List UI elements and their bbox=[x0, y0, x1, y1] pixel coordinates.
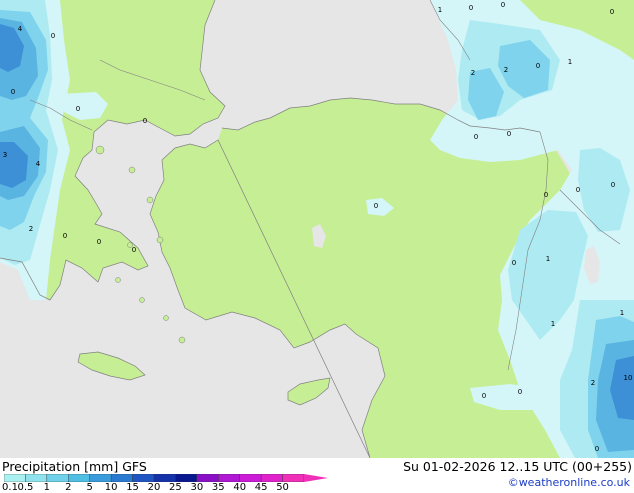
color-scale-swatch bbox=[46, 474, 69, 482]
precip-value-label: 0 bbox=[474, 133, 478, 141]
color-scale-swatch bbox=[218, 474, 240, 482]
map-footer: Precipitation [mm] GFS Su 01-02-2026 12.… bbox=[0, 458, 634, 493]
precip-value-label: 0 bbox=[97, 238, 101, 246]
color-scale-swatch bbox=[89, 474, 112, 482]
precip-value-label: 0 bbox=[501, 1, 505, 9]
precip-value-label: 2 bbox=[504, 66, 508, 74]
color-scale-tick: 40 bbox=[233, 482, 247, 493]
precip-value-label: 0 bbox=[536, 62, 540, 70]
color-scale-tick: 10 bbox=[104, 482, 118, 493]
color-scale-tick: 2 bbox=[65, 482, 72, 493]
island bbox=[128, 166, 136, 174]
credit-link[interactable]: ©weatheronline.co.uk bbox=[508, 476, 630, 489]
precipitation-map: 4 0 0 0 0 3 4 2 0 0 0 0 1 0 0 0 2 2 0 1 0 0 0 0 0 0 1 1 1 2 10 0 0 0 bbox=[0, 0, 634, 459]
precip-value-label: 2 bbox=[29, 225, 33, 233]
precip-color-scale bbox=[4, 474, 328, 482]
precip-value-label: 1 bbox=[620, 309, 624, 317]
precip-value-label: 1 bbox=[546, 255, 550, 263]
color-scale-swatch bbox=[282, 474, 305, 482]
color-scale-swatch bbox=[196, 474, 219, 482]
color-scale-tick: 45 bbox=[254, 482, 268, 493]
legend-title-text: Precipitation [mm] bbox=[2, 459, 119, 474]
precip-value-label: 1 bbox=[551, 320, 555, 328]
precip-value-label: 0 bbox=[544, 191, 548, 199]
precip-value-label: 0 bbox=[469, 4, 473, 12]
precip-value-label: 0 bbox=[143, 117, 147, 125]
color-scale-swatch bbox=[110, 474, 133, 482]
island bbox=[95, 145, 105, 155]
legend-model: GFS bbox=[122, 459, 147, 474]
precip-value-label: 2 bbox=[471, 69, 475, 77]
precip-value-label: 0 bbox=[76, 105, 80, 113]
color-scale-tick: 20 bbox=[147, 482, 161, 493]
precip-value-label: 10 bbox=[624, 374, 633, 382]
color-scale-swatch bbox=[25, 474, 48, 482]
color-scale-swatch bbox=[175, 474, 198, 482]
precip-value-label: 0 bbox=[374, 202, 378, 210]
precip-value-label: 0 bbox=[576, 186, 580, 194]
precip-value-label: 0 bbox=[518, 388, 522, 396]
island bbox=[178, 336, 186, 344]
map-canvas: 4000034200001 0 002 2 0 10 00000 1112100 00 bbox=[0, 0, 634, 459]
precip-value-label: 0 bbox=[507, 130, 511, 138]
color-scale-tick: 35 bbox=[211, 482, 225, 493]
color-scale-tick: 30 bbox=[190, 482, 204, 493]
color-scale-arrow bbox=[304, 474, 328, 482]
precip-value-label: 0 bbox=[512, 259, 516, 267]
legend-title: Precipitation [mm] GFS bbox=[2, 459, 147, 474]
color-scale-swatch bbox=[239, 474, 262, 482]
color-scale-tick: 15 bbox=[126, 482, 139, 493]
color-scale-swatch bbox=[132, 474, 155, 482]
color-scale-tick: 5 bbox=[86, 482, 93, 493]
color-scale-tick: 1 bbox=[43, 482, 51, 493]
precip-value-label: 3 bbox=[3, 151, 7, 159]
island bbox=[163, 315, 169, 321]
precip-value-label: 0 bbox=[610, 8, 614, 16]
precip-value-label: 2 bbox=[591, 379, 595, 387]
color-scale-tick: 0.5 bbox=[17, 482, 34, 493]
island bbox=[156, 236, 164, 244]
precip-value-label: 4 bbox=[18, 25, 23, 33]
color-scale-swatch bbox=[153, 474, 176, 482]
precip-value-label: 1 bbox=[438, 6, 442, 14]
color-scale-swatch bbox=[68, 474, 90, 482]
precip-value-label: 0 bbox=[482, 392, 486, 400]
color-scale-tick: 25 bbox=[169, 482, 182, 493]
precip-value-label: 0 bbox=[63, 232, 67, 240]
island bbox=[139, 297, 145, 303]
precip-value-label: 0 bbox=[132, 246, 136, 254]
precip-value-label: 0 bbox=[611, 181, 615, 189]
precip-value-label: 1 bbox=[568, 58, 572, 66]
precip-value-label: 4 bbox=[36, 160, 41, 168]
color-scale-swatch bbox=[260, 474, 283, 482]
island bbox=[146, 196, 154, 204]
valid-time: Su 01-02-2026 12..15 UTC (00+255) bbox=[403, 459, 632, 474]
precip-value-label: 0 bbox=[51, 32, 55, 40]
color-scale-tick: 50 bbox=[276, 482, 289, 493]
precip-value-label: 0 bbox=[11, 88, 15, 96]
precip-value-label: 0 bbox=[595, 445, 599, 453]
island bbox=[115, 277, 121, 283]
color-scale-tick: 0.1 bbox=[2, 482, 18, 493]
color-scale-swatch bbox=[4, 474, 26, 482]
